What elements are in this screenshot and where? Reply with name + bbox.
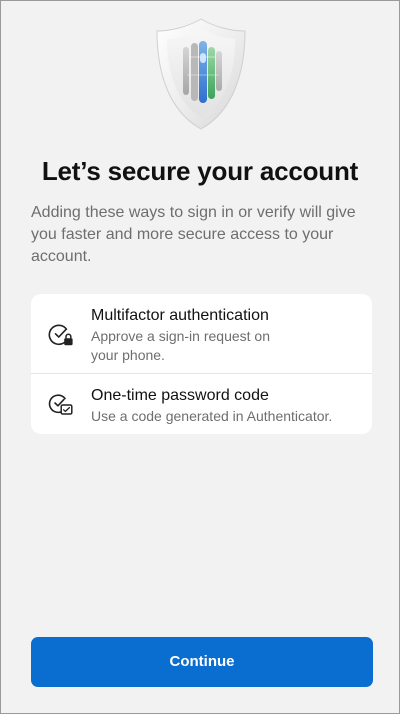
method-text: One-time password code Use a code genera… bbox=[91, 386, 362, 426]
method-description: Use a code generated in Authenticator. bbox=[91, 407, 362, 426]
page-title: Let’s secure your account bbox=[41, 156, 359, 186]
method-text: Multifactor authentication Approve a sig… bbox=[91, 306, 362, 365]
method-description: Approve a sign-in request on your phone. bbox=[91, 327, 362, 365]
method-description-line: your phone. bbox=[91, 347, 165, 363]
method-multifactor-authentication: Multifactor authentication Approve a sig… bbox=[31, 294, 372, 373]
method-one-time-password-code: One-time password code Use a code genera… bbox=[31, 374, 372, 434]
method-title: Multifactor authentication bbox=[91, 307, 269, 324]
check-code-icon bbox=[47, 390, 75, 418]
security-shield-icon bbox=[153, 17, 249, 133]
check-lock-icon bbox=[47, 320, 75, 348]
page-subtitle: Adding these ways to sign in or verify w… bbox=[31, 204, 356, 265]
method-title: One-time password code bbox=[91, 387, 269, 404]
method-description-line: Use a code generated in Authenticator. bbox=[91, 408, 333, 424]
sign-in-methods-card: Multifactor authentication Approve a sig… bbox=[31, 294, 372, 434]
setup-screen: Let’s secure your account Adding these w… bbox=[0, 0, 400, 714]
method-description-line: Approve a sign-in request on bbox=[91, 328, 270, 344]
continue-button[interactable]: Continue bbox=[31, 637, 373, 687]
